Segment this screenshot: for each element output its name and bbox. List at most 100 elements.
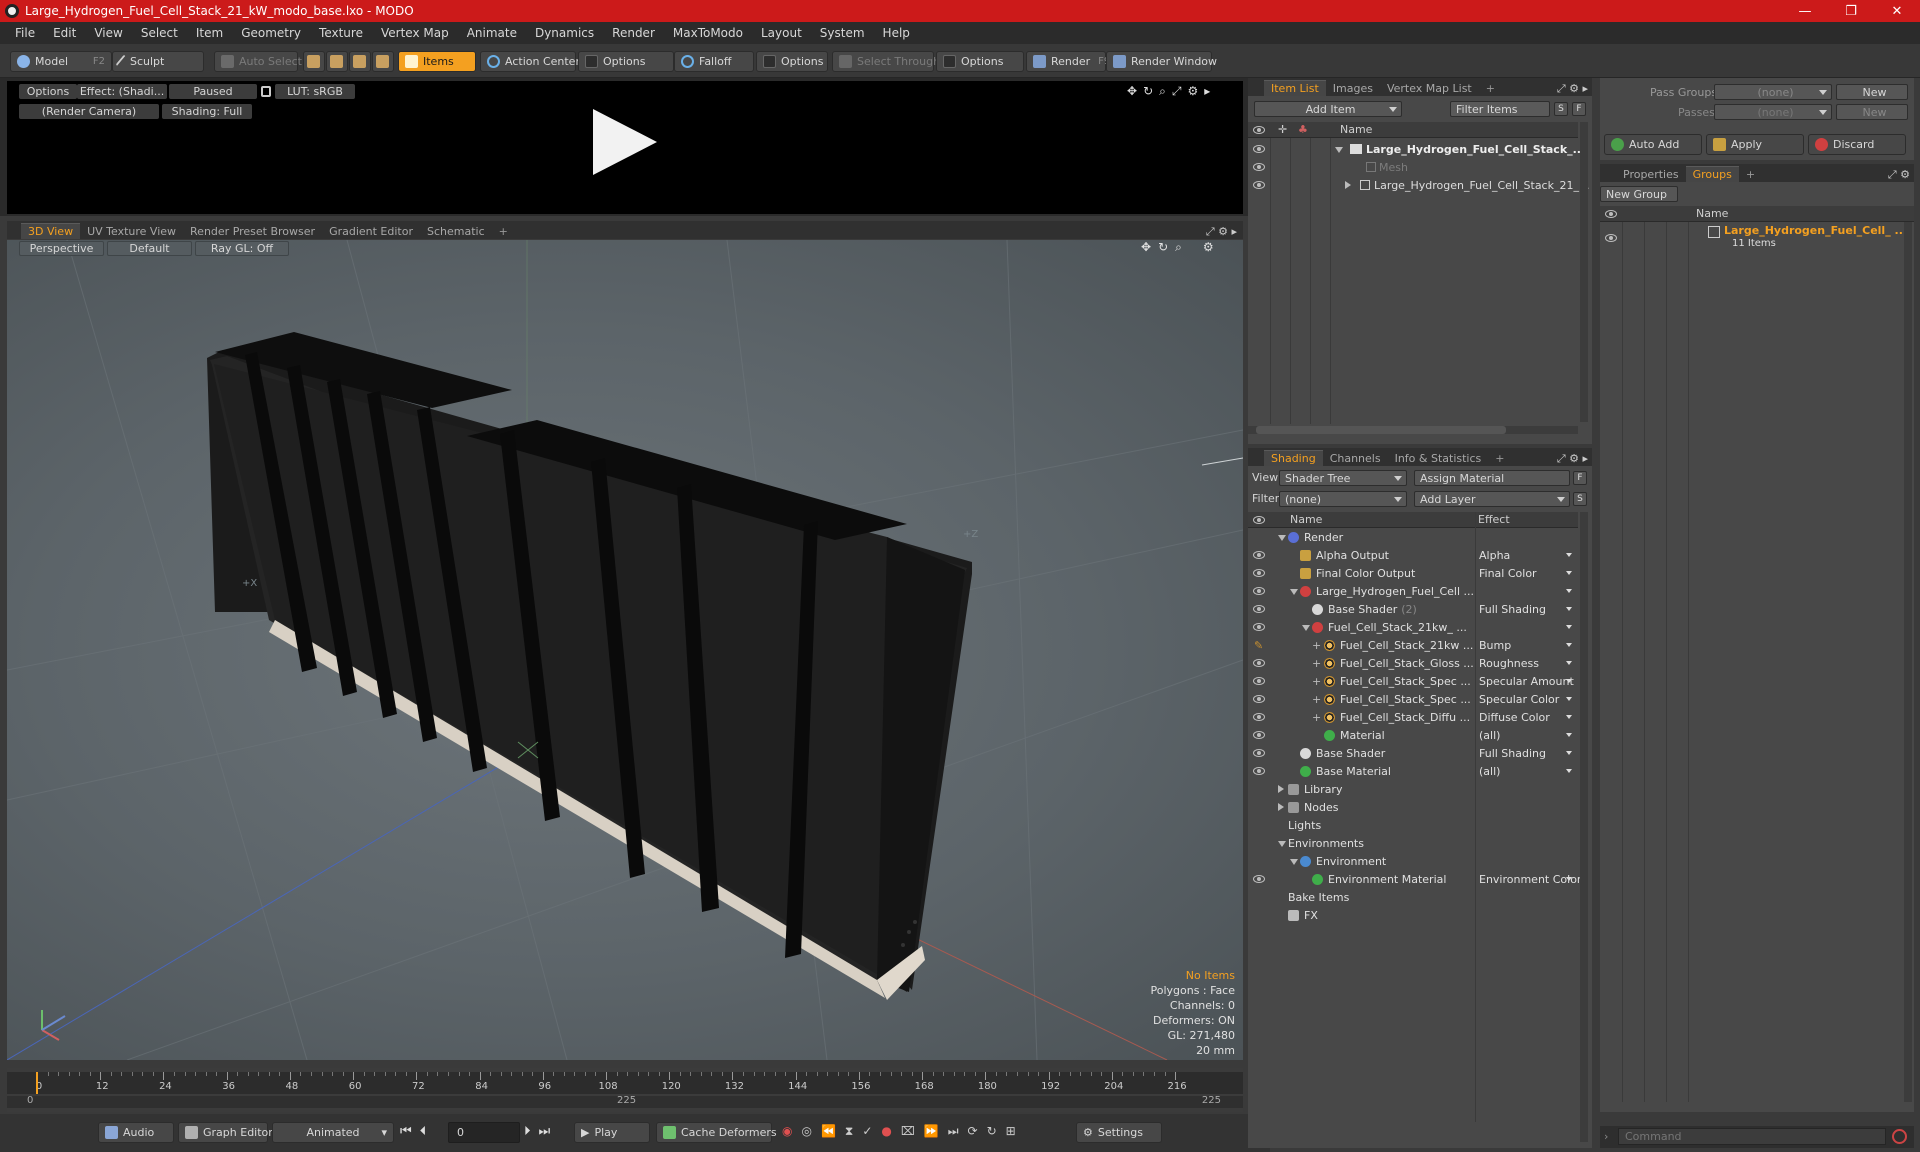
step-back-icon[interactable]: ⏴ (420, 1124, 427, 1142)
play-icon[interactable] (593, 109, 657, 175)
effect-value[interactable]: Full Shading (1479, 603, 1546, 616)
settings-button[interactable]: ⚙ Settings (1076, 1122, 1162, 1143)
model-mode-button[interactable]: Model F2 (10, 51, 112, 72)
chevron-down-icon[interactable] (1566, 589, 1572, 593)
eye-icon[interactable] (1253, 767, 1265, 775)
eye-icon[interactable] (1253, 695, 1265, 703)
vertical-scrollbar[interactable] (1904, 222, 1912, 1102)
vertical-scrollbar[interactable] (1580, 122, 1588, 422)
add-item-dropdown[interactable]: Add Item (1254, 101, 1402, 117)
record-icon[interactable]: ◉ (782, 1124, 792, 1142)
effect-value[interactable]: Bump (1479, 639, 1511, 652)
current-frame-field[interactable]: 0 (448, 1122, 520, 1143)
shader-row[interactable]: Final Color Output Final Color (1248, 564, 1578, 582)
menu-item[interactable]: Item (187, 26, 232, 40)
tab-3d-view[interactable]: 3D View (21, 223, 81, 239)
step-forward-icon[interactable]: ⏵ (524, 1124, 531, 1142)
new-pass-button[interactable]: New (1836, 104, 1908, 120)
add-tab-button[interactable]: + (492, 223, 515, 239)
arrow-right-icon[interactable]: ▸ (1204, 84, 1210, 98)
add-tab-button[interactable]: + (1739, 166, 1762, 182)
shader-row[interactable]: + Fuel_Cell_Stack_Spec ... Specular Amount (1248, 672, 1578, 690)
tab-shading[interactable]: Shading (1264, 450, 1323, 466)
pass-groups-dropdown[interactable]: (none) (1714, 84, 1832, 100)
shader-row[interactable]: Nodes (1248, 798, 1578, 816)
expand-arrow-icon[interactable] (1345, 179, 1356, 192)
prev-key-icon[interactable]: ⏪ (821, 1124, 836, 1142)
effect-dropdown[interactable]: Effect: (Shadi... (77, 84, 167, 99)
shader-row[interactable]: Base Shader (2) Full Shading (1248, 600, 1578, 618)
shader-row[interactable]: Base Material (all) (1248, 762, 1578, 780)
maximize-icon[interactable]: ⤢ (1172, 84, 1182, 98)
shading-filter-dropdown[interactable]: (none) (1279, 491, 1407, 507)
effect-column-header[interactable]: Effect (1478, 513, 1510, 526)
skip-end-icon[interactable]: ⏭ (539, 1124, 551, 1142)
vertical-scrollbar[interactable] (1580, 512, 1588, 1142)
name-column-header[interactable]: Name (1696, 207, 1728, 220)
delete-key-icon[interactable]: ⌧ (901, 1124, 915, 1142)
chevron-down-icon[interactable] (1566, 679, 1572, 683)
chevron-down-icon[interactable] (1566, 553, 1572, 557)
panel-icons[interactable]: ⤢ ⚙ (1888, 168, 1910, 182)
shading-dropdown[interactable]: Shading: Full (162, 104, 252, 119)
shader-row[interactable]: Render (1248, 528, 1578, 546)
auto-add-button[interactable]: Auto Add (1604, 134, 1702, 155)
command-input[interactable] (1618, 1128, 1886, 1145)
play-button[interactable]: ▶ Play (574, 1122, 650, 1143)
chevron-down-icon[interactable] (1566, 571, 1572, 575)
effect-value[interactable]: Specular Color (1479, 693, 1559, 706)
eye-icon[interactable] (1253, 875, 1265, 883)
skip-start-icon[interactable]: ⏮ (400, 1124, 412, 1142)
chevron-down-icon[interactable] (1566, 751, 1572, 755)
menu-geometry[interactable]: Geometry (232, 26, 310, 40)
eye-icon[interactable] (1253, 605, 1265, 613)
expand-plus-icon[interactable]: + (1312, 639, 1321, 652)
viewport-gear-icon[interactable]: ⚙ (1203, 240, 1214, 256)
eye-icon[interactable] (1253, 623, 1265, 631)
chevron-down-icon[interactable] (1566, 625, 1572, 629)
key-icon[interactable]: ⧗ (845, 1124, 853, 1142)
expand-plus-icon[interactable]: + (1312, 675, 1321, 688)
shader-row[interactable]: Large_Hydrogen_Fuel_Cell ... (1248, 582, 1578, 600)
3d-viewport[interactable]: Perspective Default Ray GL: Off ✥ ↻ ⌕ ⚙ +X … (7, 240, 1243, 1060)
shader-row[interactable]: ✎ + Fuel_Cell_Stack_21kw ... Bump (1248, 636, 1578, 654)
tab-schematic[interactable]: Schematic (420, 223, 492, 239)
item-row-group[interactable]: Large_Hydrogen_Fuel_Cell_Stack_21_... (1248, 176, 1589, 194)
menu-system[interactable]: System (811, 26, 874, 40)
move-icon[interactable]: ✥ (1127, 84, 1137, 98)
filter-f-button[interactable]: F (1572, 102, 1586, 116)
menu-file[interactable]: File (6, 26, 44, 40)
shader-row[interactable]: Environment (1248, 852, 1578, 870)
item-row-mesh[interactable]: Mesh (1248, 158, 1578, 176)
shader-row[interactable]: Material (all) (1248, 726, 1578, 744)
eye-icon[interactable] (1253, 677, 1265, 685)
maximize-button[interactable]: ❐ (1828, 0, 1874, 22)
eye-icon[interactable] (1253, 145, 1265, 153)
action-center-button[interactable]: Action Center (480, 51, 580, 72)
effect-value[interactable]: Roughness (1479, 657, 1539, 670)
action-center-options-button[interactable]: Options (578, 51, 674, 72)
group-row[interactable]: Large_Hydrogen_Fuel_Cell_ ... 11 Items (1600, 224, 1914, 254)
range-slider[interactable]: 0 225 225 (7, 1095, 1243, 1108)
shader-row[interactable]: FX (1248, 906, 1578, 924)
zoom-icon[interactable]: ⌕ (1175, 240, 1182, 256)
eye-icon[interactable] (1253, 569, 1265, 577)
viewport-panel-icons[interactable]: ⤢ ⚙ ▸ (1206, 225, 1237, 239)
chevron-down-icon[interactable] (1566, 733, 1572, 737)
end-key-icon[interactable]: ⏭ (948, 1124, 959, 1142)
polygons-mode-button[interactable] (349, 51, 371, 72)
eye-icon[interactable] (1253, 749, 1265, 757)
shader-row[interactable]: Environment Material Environment Color (1248, 870, 1581, 888)
key-edit-icon[interactable]: ✓ (862, 1124, 872, 1142)
lut-dropdown[interactable]: LUT: sRGB (275, 84, 355, 99)
menu-select[interactable]: Select (132, 26, 187, 40)
eye-icon[interactable] (1253, 163, 1265, 171)
tab-info-statistics[interactable]: Info & Statistics (1388, 450, 1489, 466)
minimize-button[interactable]: — (1782, 0, 1828, 22)
filter-s-button[interactable]: S (1554, 102, 1568, 116)
menu-view[interactable]: View (85, 26, 131, 40)
sculpt-mode-button[interactable]: Sculpt (112, 51, 204, 72)
collapse-arrow-icon[interactable] (1335, 143, 1348, 156)
tab-groups[interactable]: Groups (1685, 166, 1739, 182)
rotate-icon[interactable]: ↻ (1143, 84, 1153, 98)
